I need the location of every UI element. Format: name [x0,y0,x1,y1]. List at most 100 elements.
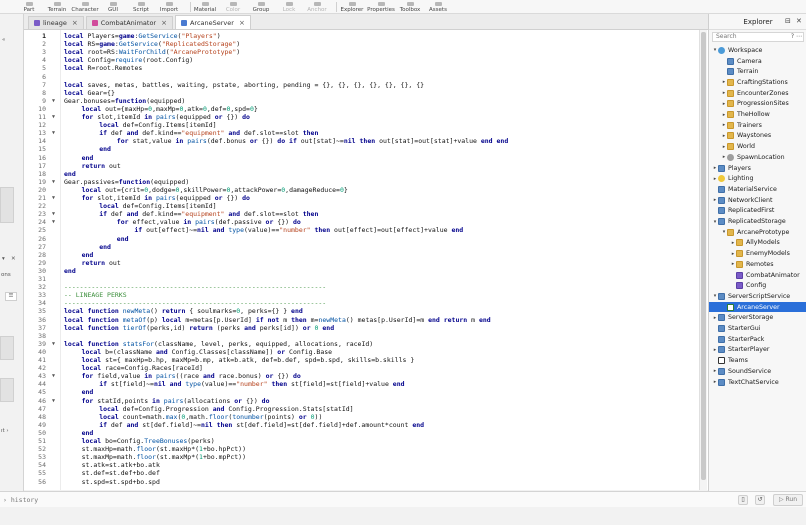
fold-arrow-icon[interactable]: ▼ [52,97,55,105]
history-icon[interactable]: ↺ [755,495,765,505]
ribbon-tool-5[interactable]: Import [157,0,181,14]
code-line[interactable]: 25 if out[effect]~=nil and type(value)=="… [24,226,708,234]
tree-item-arcaneserver[interactable]: ArcaneServer [709,301,806,313]
code-line[interactable]: 29 return out [24,259,708,267]
close-tab-icon[interactable]: × [161,19,167,27]
tree-item-progressionsites[interactable]: ▸ ProgressionSites [709,99,806,110]
tree-item-terrain[interactable]: Terrain [709,66,806,77]
code-line[interactable]: 32 --------------------------------------… [24,283,708,291]
ribbon-tool-2[interactable]: Character [71,0,99,14]
code-line[interactable]: 38 [24,332,708,340]
tree-item-config[interactable]: Config [709,280,806,291]
panel-menu-icon[interactable]: ⊟ [785,17,791,25]
code-line[interactable]: 33 -- LINEAGE PERKS [24,291,708,299]
code-line[interactable]: 36 local function metaOf(p) local m=metas… [24,316,708,324]
fold-arrow-icon[interactable]: ▼ [52,210,55,218]
tree-item-camera[interactable]: Camera [709,56,806,67]
code-line[interactable]: 10 local out={maxHp=0,maxMp=0,atk=0,def=0… [24,105,708,113]
tree-item-world[interactable]: ▸ World [709,141,806,152]
ribbon-tool-8[interactable]: Group [249,0,273,14]
ribbon-tool-13[interactable]: Toolbox [398,0,422,14]
panel-tail-label[interactable]: ıt › [1,428,25,434]
tree-item-serverstorage[interactable]: ▸ ServerStorage [709,313,806,324]
code-editor[interactable]: 1 local Players=game:GetService("Players"… [24,30,708,490]
fold-arrow-icon[interactable]: ▼ [52,113,55,121]
ribbon-tool-4[interactable]: Script [129,0,153,14]
ribbon-tool-0[interactable]: Part [17,0,41,14]
tree-item-textchatservice[interactable]: ▸ TextChatService [709,377,806,388]
code-line[interactable]: 53 st.maxMp=math.floor(st.maxMp*(1+bo.mpP… [24,453,708,461]
code-line[interactable]: 12 local def=Config.Items[itemId] [24,121,708,129]
code-line[interactable]: 44 if st[field]~=nil and type(value)=="nu… [24,380,708,388]
scrollbar-thumb[interactable] [701,32,706,480]
filter-icon[interactable]: ☰ [5,292,17,301]
tree-item-replicatedstorage[interactable]: ▾ ReplicatedStorage [709,216,806,227]
tab-lineage[interactable]: lineage × [28,16,84,29]
ribbon-tool-7[interactable]: Color [221,0,245,14]
code-line[interactable]: 6 [24,73,708,81]
code-line[interactable]: 15 end [24,145,708,153]
tree-item-craftingstations[interactable]: ▸ CraftingStations [709,77,806,88]
code-line[interactable]: 31 [24,275,708,283]
tree-item-replicatedfirst[interactable]: ReplicatedFirst [709,206,806,217]
code-line[interactable]: 55 st.def=st.def+bo.def [24,469,708,477]
code-line[interactable]: 27 end [24,243,708,251]
tree-item-serverscriptservice[interactable]: ▾ ServerScriptService [709,291,806,302]
code-line[interactable]: 14 for stat,value in pairs(def.bonus or {… [24,137,708,145]
tree-item-players[interactable]: ▸ Players [709,163,806,174]
fold-arrow-icon[interactable]: ▼ [52,218,55,226]
code-line[interactable]: 18 end [24,170,708,178]
explorer-search-input[interactable]: Search ⋯ ? [712,32,804,42]
code-line[interactable]: 50 end [24,429,708,437]
code-line[interactable]: 22 local def=Config.Items[itemId] [24,202,708,210]
tree-item-networkclient[interactable]: ▸ NetworkClient [709,195,806,206]
ribbon-tool-10[interactable]: Anchor [305,0,329,14]
code-line[interactable]: 41 local st={ maxHp=b.hp, maxMp=b.mp, atk… [24,356,708,364]
fold-arrow-icon[interactable]: ▼ [52,397,55,405]
ribbon-tool-12[interactable]: Properties [367,0,395,14]
code-line[interactable]: 45 end [24,388,708,396]
fold-arrow-icon[interactable]: ▼ [52,194,55,202]
code-line[interactable]: 16 end [24,154,708,162]
ribbon-tool-9[interactable]: Lock [277,0,301,14]
tree-item-startergui[interactable]: StarterGui [709,323,806,334]
fold-arrow-icon[interactable]: ▼ [52,129,55,137]
tree-item-combatanimator[interactable]: CombatAnimator [709,270,806,281]
tree-item-encounterzones[interactable]: ▸ EncounterZones [709,88,806,99]
more-icon[interactable]: ⋯ [796,33,802,41]
code-line[interactable]: 48 local count=math.max(0,math.floor(tonu… [24,413,708,421]
tree-item-teams[interactable]: Teams [709,355,806,366]
editor-scrollbar[interactable] [699,30,707,490]
code-line[interactable]: 39 ▼ local function statsFor(className, le… [24,340,708,348]
code-line[interactable]: 54 st.atk=st.atk+bo.atk [24,461,708,469]
help-icon[interactable]: ? [791,33,794,41]
code-line[interactable]: 13 ▼ if def and def.kind=="equipment" and … [24,129,708,137]
tree-item-starterpack[interactable]: StarterPack [709,334,806,345]
code-line[interactable]: 1 local Players=game:GetService("Players"… [24,32,708,40]
code-line[interactable]: 28 end [24,251,708,259]
code-line[interactable]: 2 local RS=game:GetService("ReplicatedSto… [24,40,708,48]
code-line[interactable]: 42 local race=Config.Races[raceId] [24,364,708,372]
tree-item-starterplayer[interactable]: ▸ StarterPlayer [709,345,806,356]
collapse-icon[interactable]: « [2,37,26,43]
tree-item-trainers[interactable]: ▸ Trainers [709,120,806,131]
code-line[interactable]: 40 local b=(className and Config.Classes[… [24,348,708,356]
code-line[interactable]: 11 ▼ for slot,itemId in pairs(equipped or … [24,113,708,121]
tree-item-soundservice[interactable]: ▸ SoundService [709,366,806,377]
code-line[interactable]: 51 local bo=Config.TreeBonuses(perks) [24,437,708,445]
tree-item-thehollow[interactable]: ▸ TheHollow [709,109,806,120]
ribbon-tool-1[interactable]: Terrain [45,0,69,14]
tree-item-arcaneprototype[interactable]: ▾ ArcanePrototype [709,227,806,238]
code-line[interactable]: 49 if def and st[def.field]~=nil then st[… [24,421,708,429]
code-line[interactable]: 37 local function tierOf(perks,id) return… [24,324,708,332]
code-line[interactable]: 3 local root=RS:WaitForChild("ArcaneProto… [24,48,708,56]
code-line[interactable]: 9 ▼ Gear.bonuses=function(equipped) [24,97,708,105]
close-icon[interactable]: ✕ [796,17,802,25]
tree-item-remotes[interactable]: ▸ Remotes [709,259,806,270]
tab-arcaneserver[interactable]: ArcaneServer × [174,15,251,29]
code-line[interactable]: 17 return out [24,162,708,170]
code-line[interactable]: 43 ▼ for field,value in pairs((race and ra… [24,372,708,380]
ribbon-tool-14[interactable]: Assets [426,0,450,14]
tree-item-materialservice[interactable]: MaterialService [709,184,806,195]
tree-item-workspace[interactable]: ▾ Workspace [709,45,806,56]
